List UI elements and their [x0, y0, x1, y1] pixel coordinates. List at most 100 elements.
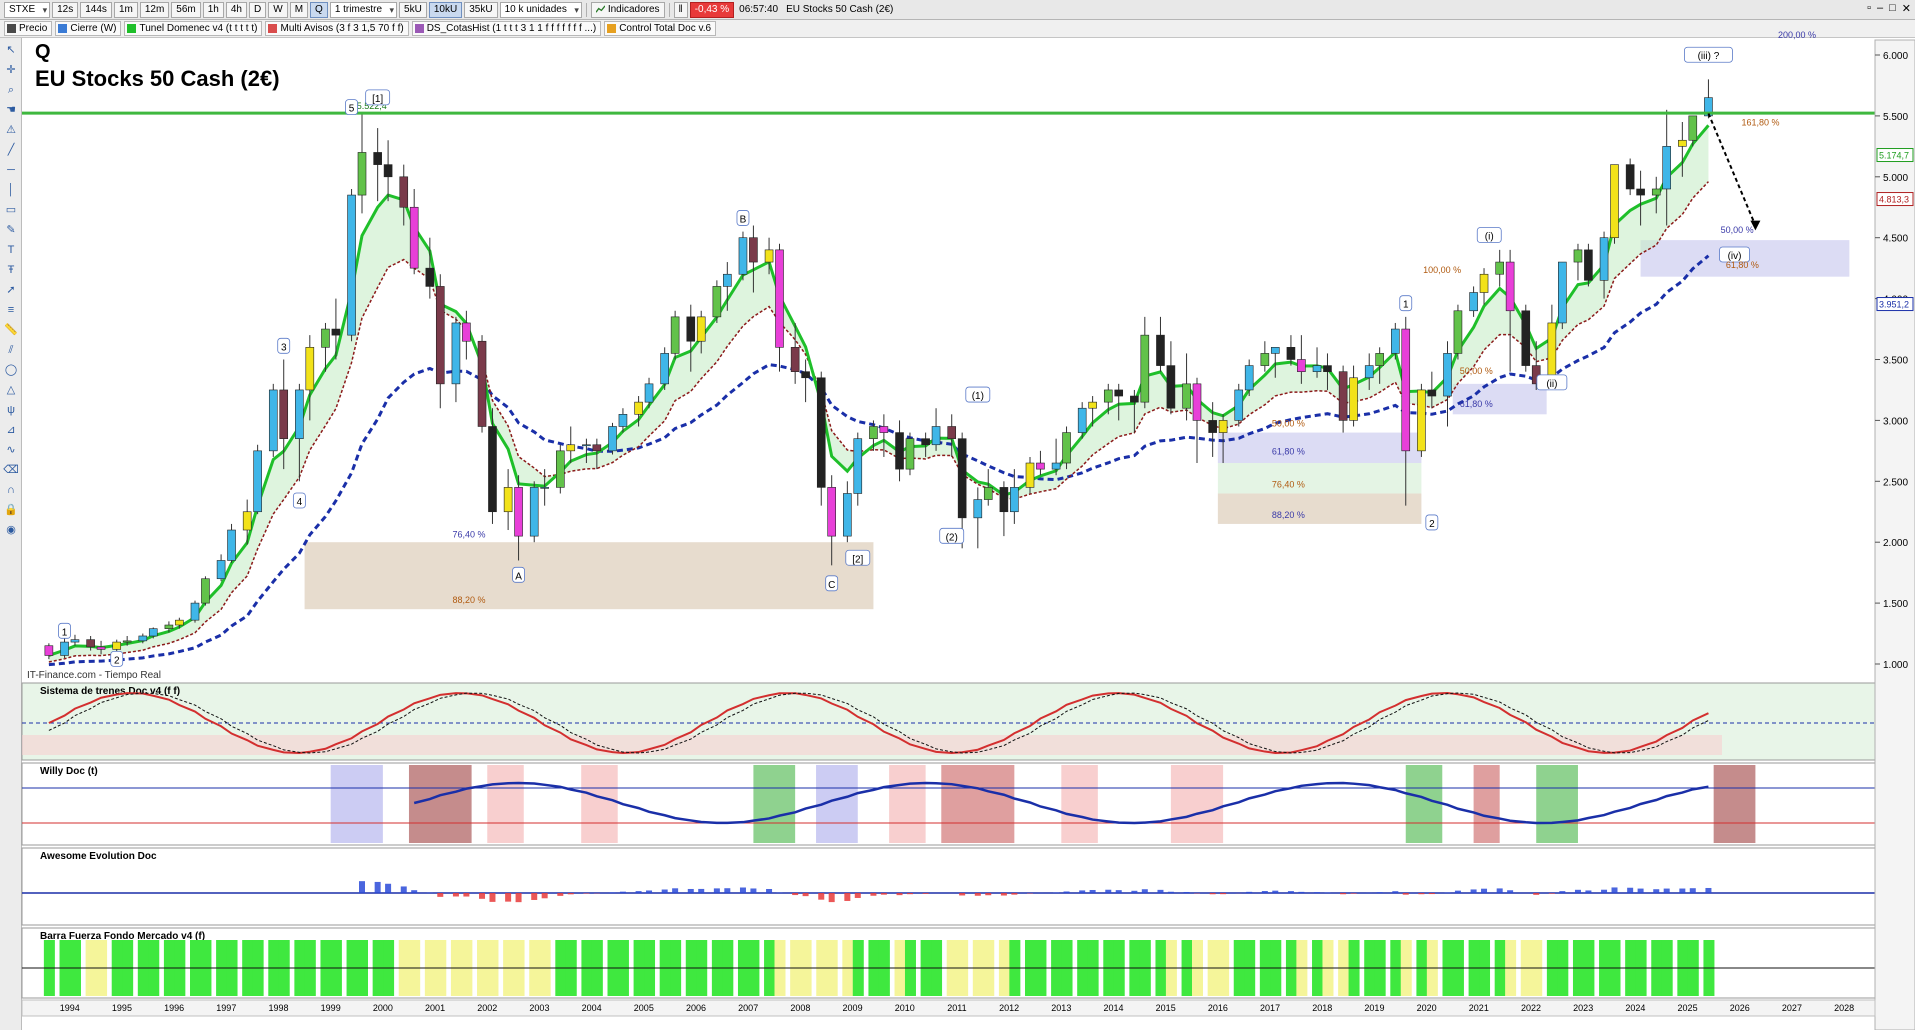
chart-canvas[interactable]: Sistema de trenes Doc v4 (f f)88,3438050… [0, 0, 1915, 1030]
candle-body[interactable] [670, 316, 680, 354]
candle-body[interactable] [1103, 389, 1113, 403]
candle-body[interactable] [1364, 365, 1374, 379]
candle-body[interactable] [122, 640, 132, 643]
candle-body[interactable] [618, 414, 628, 427]
candle-body[interactable] [70, 639, 80, 643]
candle-body[interactable] [227, 529, 236, 561]
candle-body[interactable] [999, 487, 1009, 513]
candle-body[interactable] [1688, 115, 1698, 141]
candle-body[interactable] [738, 237, 748, 275]
candle-body[interactable] [383, 164, 393, 178]
candle-body[interactable] [1427, 389, 1437, 397]
candle-body[interactable] [1495, 261, 1504, 275]
candle-body[interactable] [1218, 420, 1228, 433]
candle-body[interactable] [462, 322, 471, 342]
candle-body[interactable] [216, 560, 226, 580]
candle-body[interactable] [1166, 365, 1176, 409]
candle-body[interactable] [608, 426, 617, 452]
candle-body[interactable] [1349, 377, 1358, 421]
candle-body[interactable] [696, 316, 706, 342]
candle-body[interactable] [295, 389, 304, 439]
candle-body[interactable] [1505, 261, 1515, 312]
candle-body[interactable] [1391, 328, 1400, 354]
candle-body[interactable] [983, 487, 993, 500]
candle-body[interactable] [425, 267, 435, 287]
candle-body[interactable] [775, 249, 784, 348]
candle-body[interactable] [1651, 188, 1661, 196]
candle-body[interactable] [1062, 432, 1071, 464]
candle-body[interactable] [1297, 359, 1306, 372]
candle-body[interactable] [1234, 389, 1244, 421]
candle-body[interactable] [895, 432, 904, 470]
candle-body[interactable] [1521, 310, 1531, 366]
candle-body[interactable] [477, 340, 487, 427]
candle-body[interactable] [357, 152, 367, 196]
candle-body[interactable] [931, 426, 941, 446]
candle-body[interactable] [905, 438, 915, 470]
candle-body[interactable] [60, 641, 69, 656]
candle-body[interactable] [1323, 365, 1332, 372]
candle-body[interactable] [1678, 139, 1687, 147]
candle-body[interactable] [1338, 371, 1348, 421]
candle-body[interactable] [592, 444, 602, 452]
candle-body[interactable] [347, 194, 356, 336]
candle-body[interactable] [790, 347, 800, 372]
candle-body[interactable] [148, 628, 158, 637]
candle-body[interactable] [957, 438, 967, 519]
candle-body[interactable] [947, 426, 957, 439]
candle-body[interactable] [435, 286, 445, 385]
candle-body[interactable] [1479, 273, 1489, 293]
candle-body[interactable] [279, 389, 289, 439]
candle-body[interactable] [268, 389, 278, 452]
candle-body[interactable] [1443, 353, 1452, 397]
candle-body[interactable] [201, 578, 210, 604]
candle-body[interactable] [1270, 347, 1280, 354]
candle-body[interactable] [566, 444, 576, 452]
candle-body[interactable] [1208, 420, 1217, 433]
candle-body[interactable] [138, 635, 148, 642]
candle-body[interactable] [582, 444, 591, 447]
candle-body[interactable] [1182, 383, 1191, 409]
candle-body[interactable] [1036, 462, 1045, 470]
candle-body[interactable] [1051, 462, 1061, 470]
candle-body[interactable] [853, 438, 863, 494]
candle-body[interactable] [96, 646, 106, 650]
candle-body[interactable] [305, 347, 315, 391]
candle-body[interactable] [242, 511, 252, 531]
candle-body[interactable] [1130, 395, 1139, 403]
candle-body[interactable] [529, 487, 539, 537]
candle-body[interactable] [1010, 487, 1019, 513]
candle-body[interactable] [1417, 389, 1426, 452]
candle-body[interactable] [723, 273, 732, 287]
candle-body[interactable] [1260, 353, 1270, 366]
candle-body[interactable] [816, 377, 826, 488]
candle-body[interactable] [1077, 407, 1087, 433]
candle-body[interactable] [1584, 249, 1593, 281]
candle-body[interactable] [1025, 462, 1035, 488]
candle-body[interactable] [86, 639, 95, 648]
candle-body[interactable] [253, 450, 262, 513]
candle-body[interactable] [409, 206, 419, 269]
candle-body[interactable] [712, 286, 722, 318]
candle-body[interactable] [540, 487, 549, 489]
candle-body[interactable] [879, 426, 889, 433]
candle-body[interactable] [190, 602, 200, 621]
candle-body[interactable] [112, 641, 122, 650]
candle-body[interactable] [1192, 383, 1202, 421]
candle-body[interactable] [331, 328, 341, 336]
candle-body[interactable] [1610, 164, 1619, 238]
candle-body[interactable] [44, 645, 54, 656]
candle-body[interactable] [1114, 389, 1124, 397]
candle-body[interactable] [1599, 237, 1609, 281]
candle-body[interactable] [1286, 347, 1296, 360]
candle-body[interactable] [1088, 401, 1097, 409]
candle-body[interactable] [1156, 334, 1165, 366]
candle-body[interactable] [827, 487, 836, 537]
candle-body[interactable] [1625, 164, 1635, 190]
candle-body[interactable] [175, 619, 184, 626]
candle-body[interactable] [451, 322, 461, 385]
candle-body[interactable] [973, 499, 983, 519]
candle-body[interactable] [1662, 146, 1671, 190]
candle-body[interactable] [660, 353, 669, 385]
candle-body[interactable] [1312, 365, 1322, 372]
